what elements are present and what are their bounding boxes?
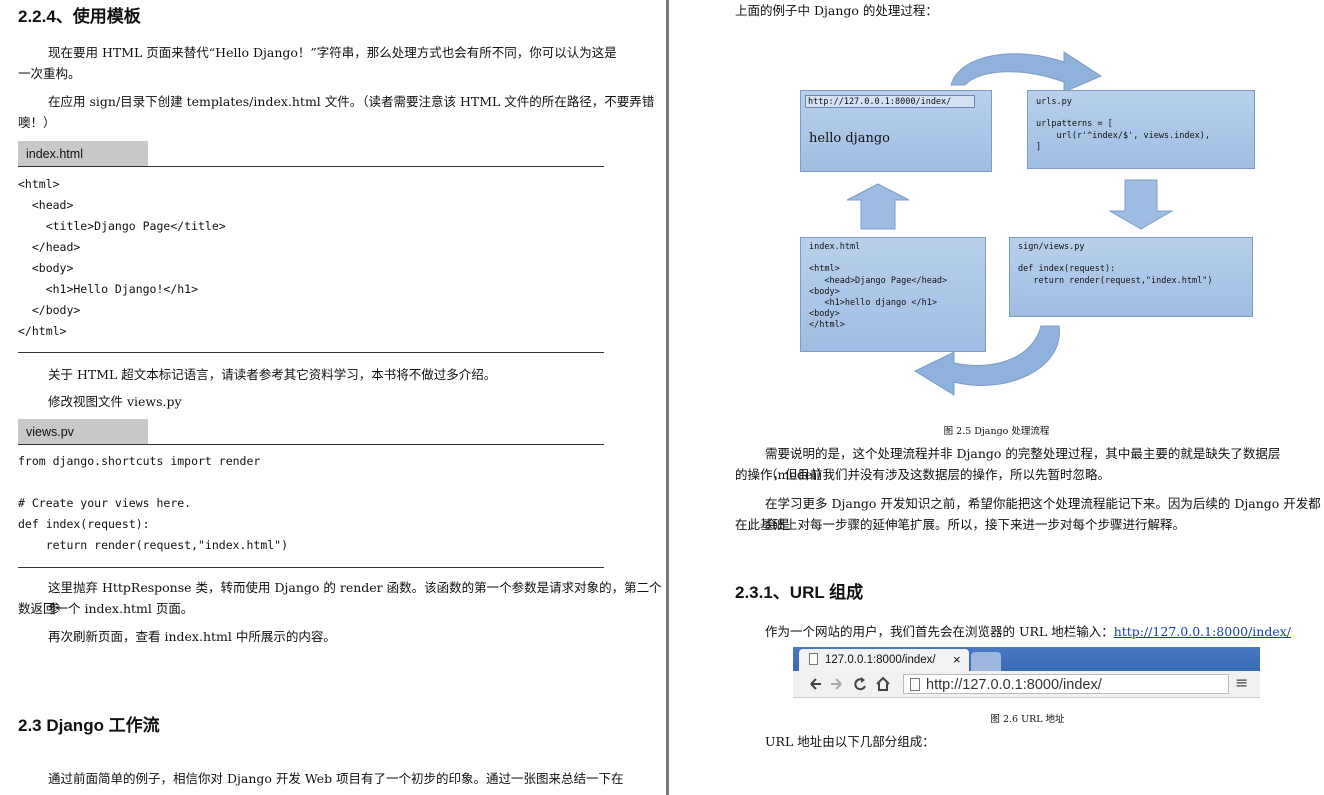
divider — [18, 567, 604, 568]
urls-code: urls.py urlpatterns = [ url(r'^index/$',… — [1036, 97, 1210, 152]
back-icon — [810, 678, 821, 690]
paragraph: 修改视图文件 views.py — [48, 394, 182, 409]
paragraph: 作为一个网站的用户，我们首先会在浏览器的 URL 地栏输入：http://127… — [765, 621, 1291, 642]
forward-icon — [831, 678, 842, 690]
browser-screenshot: 127.0.0.1:8000/index/ × http://127.0.0.1… — [793, 647, 1260, 698]
views-note: sign/views.py def index(request): return… — [1009, 237, 1253, 317]
up-arrow-icon — [846, 183, 910, 230]
figure-caption: 图 2.6 URL 地址 — [990, 714, 1065, 725]
new-tab-button[interactable] — [971, 652, 1001, 671]
paragraph: 的操作，但目前我们并没有涉及这数据层的操作，所以先暂时忽略。 — [735, 467, 1111, 482]
code-block-index-html: <html> <head> <title>Django Page</title>… — [18, 177, 226, 338]
views-code: sign/views.py def index(request): return… — [1018, 242, 1213, 286]
address-bar[interactable]: http://127.0.0.1:8000/index/ — [903, 674, 1229, 694]
code-tab-views-py: views.pv — [18, 419, 148, 445]
home-icon — [876, 676, 890, 691]
divider — [18, 166, 604, 167]
menu-icon[interactable]: ≡ — [1235, 673, 1248, 692]
nav-buttons — [810, 676, 890, 691]
paragraph: 一次重构。 — [18, 66, 81, 81]
curved-arrow-top-icon — [950, 51, 1103, 93]
page-icon — [809, 653, 818, 665]
section-heading-2-3: 2.3 Django 工作流 — [18, 716, 160, 735]
paragraph: 关于 HTML 超文本标记语言，请读者参考其它资料学习，本书将不做过多介绍。 — [48, 367, 497, 382]
figure-caption: 图 2.5 Django 处理流程 — [943, 426, 1050, 437]
paragraph: 数返回一个 index.html 页面。 — [18, 601, 194, 616]
diagram-arrows — [846, 51, 1174, 396]
paragraph: 现在要用 HTML 页面来替代“Hello Django！”字符串，那么处理方式… — [48, 45, 617, 60]
down-arrow-icon — [1108, 179, 1174, 230]
right-page: 上面的例子中 Django 的处理过程： http://127.0.0.1:80… — [669, 0, 1324, 795]
django-flow-diagram: http://127.0.0.1:8000/index/ hello djang… — [669, 0, 1324, 420]
browser-tab-title: 127.0.0.1:8000/index/ — [825, 654, 936, 666]
paragraph: 噢！） — [18, 115, 56, 130]
paragraph: 在此基础上对每一步骤的延伸笔扩展。所以，接下来进一步对每个步骤进行解释。 — [735, 517, 1186, 532]
urls-note: urls.py urlpatterns = [ url(r'^index/$',… — [1027, 90, 1255, 169]
paragraph: 在应用 sign/目录下创建 templates/index.html 文件。（… — [48, 94, 655, 109]
diagram-url-box: http://127.0.0.1:8000/index/ — [805, 95, 975, 108]
divider — [18, 352, 604, 353]
template-note: index.html <html> <head>Django Page</hea… — [800, 237, 986, 352]
diagram-hello-text: hello django — [809, 131, 890, 146]
paragraph: URL 地址由以下几部分组成： — [765, 734, 935, 749]
paragraph-text: 作为一个网站的用户，我们首先会在浏览器的 URL 地栏输入： — [765, 624, 1114, 639]
paragraph: 再次刷新页面，查看 index.html 中所展示的内容。 — [48, 629, 336, 644]
browser-note: http://127.0.0.1:8000/index/ hello djang… — [800, 90, 992, 172]
browser-tab-bar: 127.0.0.1:8000/index/ × — [793, 647, 1260, 671]
template-code: index.html <html> <head>Django Page</hea… — [809, 242, 948, 331]
code-block-views-py: from django.shortcuts import render # Cr… — [18, 454, 289, 552]
close-icon[interactable]: × — [953, 649, 961, 671]
browser-toolbar: http://127.0.0.1:8000/index/ ≡ — [793, 671, 1260, 698]
code-tab-index-html: index.html — [18, 141, 148, 167]
browser-tab[interactable]: 127.0.0.1:8000/index/ × — [799, 649, 969, 671]
paragraph: 通过前面简单的例子，相信你对 Django 开发 Web 项目有了一个初步的印象… — [48, 771, 624, 786]
page-icon — [910, 678, 920, 691]
section-heading-2-2-4: 2.2.4、使用模板 — [18, 7, 141, 26]
left-page: 2.2.4、使用模板 现在要用 HTML 页面来替代“Hello Django！… — [0, 0, 666, 795]
divider — [18, 444, 604, 445]
url-link[interactable]: http://127.0.0.1:8000/index/ — [1114, 624, 1291, 639]
address-bar-url: http://127.0.0.1:8000/index/ — [926, 677, 1102, 693]
section-heading-2-3-1: 2.3.1、URL 组成 — [735, 583, 864, 602]
reload-icon — [854, 677, 866, 691]
